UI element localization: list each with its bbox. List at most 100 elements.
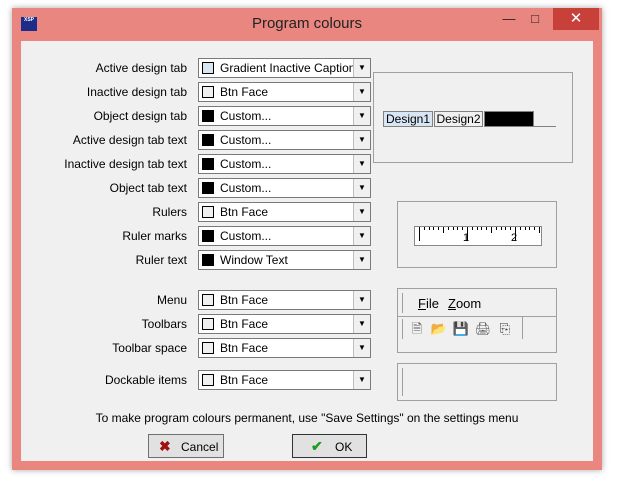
color-select-toolbars[interactable]: Btn Face ▼ xyxy=(198,314,371,334)
color-swatch xyxy=(202,158,214,170)
label-active-design-tab-text: Active design tab text xyxy=(72,133,187,147)
ok-button[interactable]: ✔ OK xyxy=(292,434,367,458)
chevron-down-icon[interactable]: ▼ xyxy=(353,371,370,389)
ruler-tick xyxy=(481,227,483,230)
menu-item-file[interactable]: File xyxy=(418,296,439,311)
ruler: 1 2 xyxy=(414,226,542,246)
ruler-tick xyxy=(529,227,531,230)
open-folder-icon[interactable]: 📂 xyxy=(430,320,448,338)
ruler-tick xyxy=(438,227,440,230)
label-ruler-text: Ruler text xyxy=(135,253,187,267)
color-select-toolbar-space[interactable]: Btn Face ▼ xyxy=(198,338,371,358)
chevron-down-icon[interactable]: ▼ xyxy=(353,251,370,269)
selected-color: Custom... xyxy=(220,133,272,147)
menu-toolbar-preview: File Zoom 🗎 📂 💾 🖨 ⎘ xyxy=(397,288,557,353)
ruler-tick xyxy=(462,227,464,230)
color-select-active-design-tab[interactable]: Gradient Inactive Caption ▼ xyxy=(198,58,371,78)
ruler-tick xyxy=(419,227,420,241)
chevron-down-icon[interactable]: ▼ xyxy=(353,179,370,197)
ruler-tick xyxy=(519,227,521,230)
chevron-down-icon[interactable]: ▼ xyxy=(353,59,370,77)
chevron-down-icon[interactable]: ▼ xyxy=(353,131,370,149)
minimize-icon[interactable]: — xyxy=(496,8,522,30)
dialog-client: Active design tab Gradient Inactive Capti… xyxy=(21,41,593,461)
color-select-dockable-items[interactable]: Btn Face ▼ xyxy=(198,370,371,390)
selected-color: Gradient Inactive Caption xyxy=(220,61,356,75)
ruler-tick xyxy=(486,227,488,230)
ruler-preview: 1 2 xyxy=(397,201,557,268)
label-dockable-items: Dockable items xyxy=(104,373,187,387)
ruler-tick xyxy=(447,227,449,230)
title-bar[interactable]: XSP Program colours — □ ✕ xyxy=(12,8,602,38)
label-menu: Menu xyxy=(156,293,187,307)
ruler-tick xyxy=(534,227,536,230)
chevron-down-icon[interactable]: ▼ xyxy=(353,203,370,221)
selected-color: Btn Face xyxy=(220,341,269,355)
label-toolbar-space: Toolbar space xyxy=(112,341,187,355)
chevron-down-icon[interactable]: ▼ xyxy=(353,155,370,173)
ruler-tick xyxy=(539,227,540,233)
selected-color: Window Text xyxy=(220,253,288,267)
toolbar-end xyxy=(522,317,523,339)
selected-color: Btn Face xyxy=(220,317,269,331)
ruler-tick xyxy=(476,227,478,230)
color-swatch xyxy=(202,206,214,218)
chevron-down-icon[interactable]: ▼ xyxy=(353,339,370,357)
dockable-preview xyxy=(397,363,557,401)
chevron-down-icon[interactable]: ▼ xyxy=(353,227,370,245)
preview-tab-design1: Design1 xyxy=(383,111,433,127)
cancel-x-icon: ✖ xyxy=(159,438,171,454)
ruler-tick xyxy=(495,227,497,230)
color-select-inactive-design-tab[interactable]: Btn Face ▼ xyxy=(198,82,371,102)
cancel-button[interactable]: ✖ Cancel xyxy=(148,434,224,458)
chevron-down-icon[interactable]: ▼ xyxy=(353,315,370,333)
ruler-tick xyxy=(433,227,435,230)
color-select-inactive-design-tab-text[interactable]: Custom... ▼ xyxy=(198,154,371,174)
toolbar-grip xyxy=(402,319,403,339)
close-icon[interactable]: ✕ xyxy=(553,8,599,30)
chevron-down-icon[interactable]: ▼ xyxy=(353,291,370,309)
chevron-down-icon[interactable]: ▼ xyxy=(353,83,370,101)
selected-color: Btn Face xyxy=(220,205,269,219)
page-setup-icon[interactable]: ⎘ xyxy=(496,320,514,338)
maximize-icon[interactable]: □ xyxy=(522,8,548,30)
color-swatch xyxy=(202,110,214,122)
ruler-tick xyxy=(428,227,430,230)
ruler-tick xyxy=(500,227,502,230)
new-file-icon[interactable]: 🗎 xyxy=(408,320,426,338)
menu-item-zoom[interactable]: Zoom xyxy=(448,296,481,311)
color-select-object-tab-text[interactable]: Custom... ▼ xyxy=(198,178,371,198)
color-select-object-design-tab[interactable]: Custom... ▼ xyxy=(198,106,371,126)
color-swatch xyxy=(202,86,214,98)
label-rulers: Rulers xyxy=(152,205,187,219)
color-swatch xyxy=(202,134,214,146)
label-active-design-tab: Active design tab xyxy=(95,61,187,75)
color-swatch xyxy=(202,294,214,306)
color-select-active-design-tab-text[interactable]: Custom... ▼ xyxy=(198,130,371,150)
color-select-ruler-text[interactable]: Window Text ▼ xyxy=(198,250,371,270)
ruler-tick xyxy=(452,227,454,230)
selected-color: Custom... xyxy=(220,157,272,171)
color-swatch xyxy=(202,62,214,74)
menu-divider xyxy=(398,316,556,317)
save-icon[interactable]: 💾 xyxy=(452,320,470,338)
color-swatch xyxy=(202,182,214,194)
color-select-ruler-marks[interactable]: Custom... ▼ xyxy=(198,226,371,246)
ruler-tick xyxy=(491,227,492,233)
menu-grip xyxy=(402,293,403,313)
preview-tab-line xyxy=(534,126,556,127)
tab-preview: Design1 Design2 xyxy=(373,72,573,163)
chevron-down-icon[interactable]: ▼ xyxy=(353,107,370,125)
color-select-rulers[interactable]: Btn Face ▼ xyxy=(198,202,371,222)
settings-note: To make program colours permanent, use "… xyxy=(95,411,519,425)
preview-tab-object xyxy=(484,111,534,127)
color-swatch xyxy=(202,374,214,386)
ok-label: OK xyxy=(335,440,353,454)
color-select-menu[interactable]: Btn Face ▼ xyxy=(198,290,371,310)
selected-color: Btn Face xyxy=(220,85,269,99)
ruler-tick xyxy=(510,227,512,230)
print-icon[interactable]: 🖨 xyxy=(474,320,492,338)
ruler-tick xyxy=(443,227,444,233)
ruler-tick xyxy=(515,227,516,241)
cancel-label: Cancel xyxy=(181,440,219,454)
